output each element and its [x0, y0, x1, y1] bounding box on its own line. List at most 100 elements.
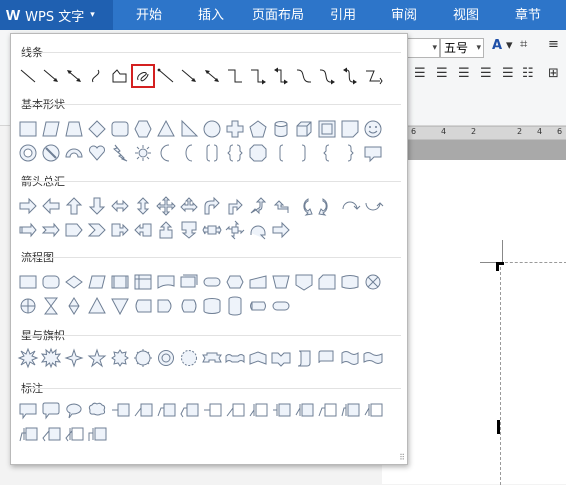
line-shape-6-icon[interactable] [131, 64, 155, 88]
flowchart-shape-20-icon[interactable] [86, 295, 108, 317]
arrow-shape-5-icon[interactable] [109, 195, 131, 217]
line-shape-8-icon[interactable] [178, 65, 200, 87]
line-shape-7-icon[interactable] [155, 65, 177, 87]
basic-shape-15-icon[interactable] [339, 118, 361, 140]
basic-shape-28-icon[interactable] [270, 142, 292, 164]
star-shape-8-icon[interactable] [178, 347, 200, 369]
arrow-shape-24-icon[interactable] [178, 219, 200, 241]
tab-chapter[interactable]: 章节 [515, 0, 541, 30]
basic-shape-16-icon[interactable] [362, 118, 384, 140]
align-left-icon[interactable]: ☰ [414, 66, 426, 81]
flowchart-shape-21-icon[interactable] [109, 295, 131, 317]
callout-shape-18-icon[interactable] [40, 424, 62, 446]
basic-shape-10-icon[interactable] [224, 118, 246, 140]
font-color-button[interactable]: A [492, 38, 502, 53]
border-icon[interactable]: ⊞ [548, 66, 559, 81]
star-shape-2-icon[interactable] [40, 347, 62, 369]
flowchart-shape-14-icon[interactable] [316, 271, 338, 293]
flowchart-shape-24-icon[interactable] [178, 295, 200, 317]
flowchart-shape-3-icon[interactable] [63, 271, 85, 293]
arrow-shape-8-icon[interactable] [178, 195, 200, 217]
star-shape-10-icon[interactable] [224, 347, 246, 369]
flowchart-shape-28-icon[interactable] [270, 295, 292, 317]
flowchart-shape-13-icon[interactable] [293, 271, 315, 293]
tab-page-layout[interactable]: 页面布局 [252, 0, 304, 30]
flowchart-shape-16-icon[interactable] [362, 271, 384, 293]
callout-shape-7-icon[interactable] [155, 400, 177, 422]
basic-shape-26-icon[interactable] [224, 142, 246, 164]
flowchart-shape-4-icon[interactable] [86, 271, 108, 293]
arrow-shape-16-icon[interactable] [362, 195, 384, 217]
align-right-icon[interactable]: ☰ [458, 66, 470, 81]
arrow-shape-1-icon[interactable] [17, 195, 39, 217]
flowchart-shape-27-icon[interactable] [247, 295, 269, 317]
basic-shape-21-icon[interactable] [109, 142, 131, 164]
flowchart-shape-25-icon[interactable] [201, 295, 223, 317]
arrow-shape-14-icon[interactable] [316, 195, 338, 217]
basic-shape-30-icon[interactable] [316, 142, 338, 164]
arrow-shape-22-icon[interactable] [132, 219, 154, 241]
chevron-down-icon[interactable]: ▾ [506, 38, 513, 53]
basic-shape-31-icon[interactable] [339, 142, 361, 164]
basic-shape-11-icon[interactable] [247, 118, 269, 140]
flowchart-shape-23-icon[interactable] [155, 295, 177, 317]
basic-shape-9-icon[interactable] [201, 118, 223, 140]
arrow-shape-26-icon[interactable] [224, 219, 246, 241]
arrow-shape-3-icon[interactable] [63, 195, 85, 217]
arrow-shape-17-icon[interactable] [17, 219, 39, 241]
basic-shape-3-icon[interactable] [63, 118, 85, 140]
basic-shape-12-icon[interactable] [270, 118, 292, 140]
callout-shape-20-icon[interactable] [86, 424, 108, 446]
arrow-shape-11-icon[interactable] [247, 195, 269, 217]
flowchart-shape-7-icon[interactable] [155, 271, 177, 293]
line-shape-11-icon[interactable] [247, 65, 269, 87]
distribute-icon[interactable]: ☰ [502, 66, 514, 81]
tab-view[interactable]: 视图 [453, 0, 479, 30]
callout-shape-9-icon[interactable] [201, 400, 223, 422]
text-effect-icon[interactable]: ≡ [548, 37, 559, 52]
callout-shape-19-icon[interactable] [63, 424, 85, 446]
flowchart-shape-5-icon[interactable] [109, 271, 131, 293]
line-shape-13-icon[interactable] [293, 65, 315, 87]
line-shape-14-icon[interactable] [316, 65, 338, 87]
arrow-shape-15-icon[interactable] [339, 195, 361, 217]
line-shape-12-icon[interactable] [270, 65, 292, 87]
basic-shape-8-icon[interactable] [178, 118, 200, 140]
callout-shape-1-icon[interactable] [17, 400, 39, 422]
arrow-shape-2-icon[interactable] [40, 195, 62, 217]
arrow-shape-6-icon[interactable] [132, 195, 154, 217]
callout-shape-15-icon[interactable] [339, 400, 361, 422]
star-shape-6-icon[interactable] [132, 347, 154, 369]
basic-shape-5-icon[interactable] [109, 118, 131, 140]
flowchart-shape-9-icon[interactable] [201, 271, 223, 293]
arrow-shape-18-icon[interactable] [40, 219, 62, 241]
flowchart-shape-15-icon[interactable] [339, 271, 361, 293]
callout-shape-4-icon[interactable] [86, 400, 108, 422]
flowchart-shape-2-icon[interactable] [40, 271, 62, 293]
basic-shape-17-icon[interactable] [17, 142, 39, 164]
star-shape-1-icon[interactable] [17, 347, 39, 369]
basic-shape-29-icon[interactable] [293, 142, 315, 164]
line-shape-3-icon[interactable] [63, 65, 85, 87]
font-size-select[interactable]: 五号 ▾ [440, 38, 484, 58]
flowchart-shape-26-icon[interactable] [224, 295, 246, 317]
arrow-shape-7-icon[interactable] [155, 195, 177, 217]
flowchart-shape-12-icon[interactable] [270, 271, 292, 293]
basic-shape-23-icon[interactable] [155, 142, 177, 164]
line-shape-5-icon[interactable] [109, 65, 131, 87]
line-shape-1-icon[interactable] [17, 65, 39, 87]
star-shape-15-icon[interactable] [339, 347, 361, 369]
basic-shape-1-icon[interactable] [17, 118, 39, 140]
resize-grip-icon[interactable]: ⠿ [399, 453, 405, 462]
arrow-shape-9-icon[interactable] [201, 195, 223, 217]
callout-shape-11-icon[interactable] [247, 400, 269, 422]
arrow-shape-27-icon[interactable] [247, 219, 269, 241]
callout-shape-12-icon[interactable] [270, 400, 292, 422]
align-center-icon[interactable]: ☰ [436, 66, 448, 81]
arrow-shape-4-icon[interactable] [86, 195, 108, 217]
callout-shape-5-icon[interactable] [109, 400, 131, 422]
callout-shape-16-icon[interactable] [362, 400, 384, 422]
callout-shape-17-icon[interactable] [17, 424, 39, 446]
line-shape-10-icon[interactable] [224, 65, 246, 87]
basic-shape-7-icon[interactable] [155, 118, 177, 140]
